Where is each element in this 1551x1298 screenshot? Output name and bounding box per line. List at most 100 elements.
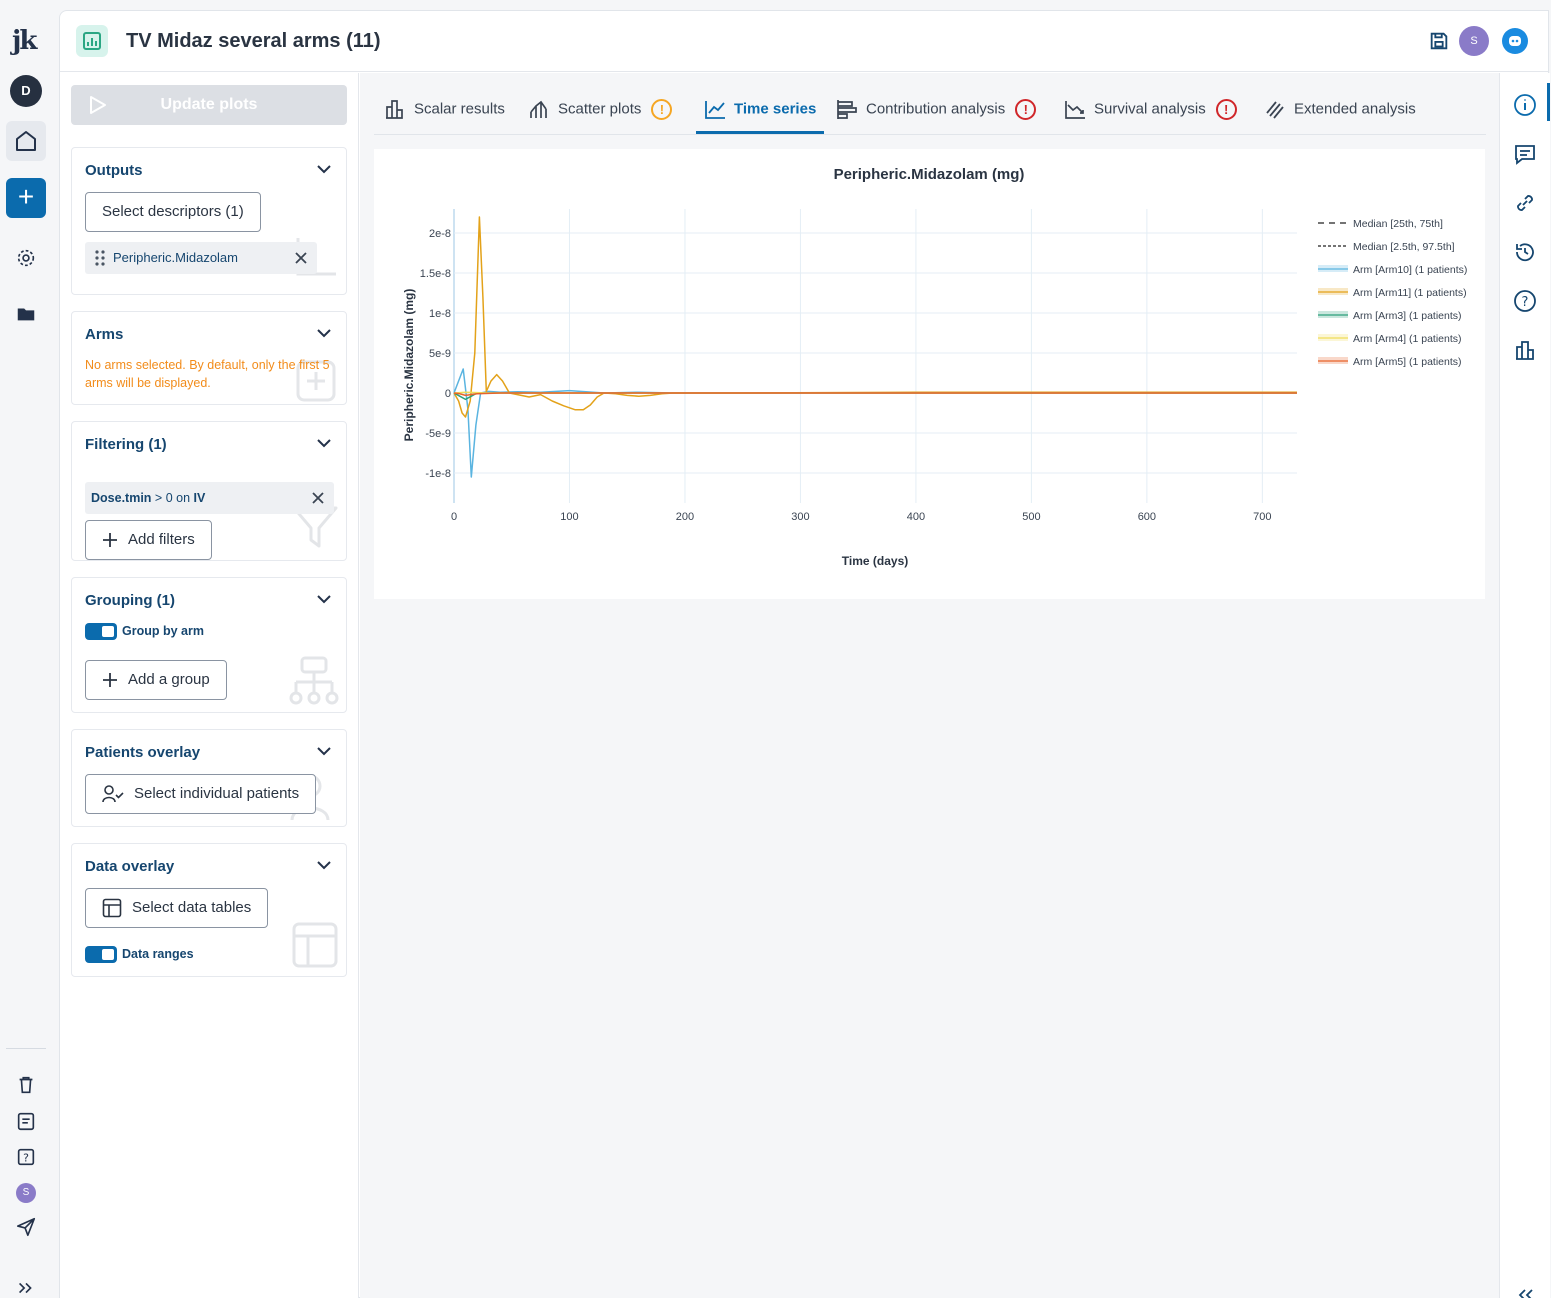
trash-icon[interactable] <box>15 1074 37 1096</box>
tab-survival-analysis[interactable]: Survival analysis! <box>1064 98 1237 134</box>
remove-descriptor-icon[interactable] <box>294 251 308 265</box>
drag-handle-icon[interactable] <box>95 250 105 266</box>
app-logo[interactable]: jk <box>12 26 37 56</box>
filtering-title: Filtering (1) <box>85 436 167 453</box>
add-filters-label: Add filters <box>128 531 195 548</box>
arms-warning: No arms selected. By default, only the f… <box>85 358 330 390</box>
add-filters-button[interactable]: Add filters <box>85 520 212 560</box>
y-tick-label: -1e-8 <box>425 468 451 480</box>
tab-time-series[interactable]: Time series <box>696 98 825 134</box>
chart-series <box>453 216 1297 478</box>
update-plots-button[interactable]: Update plots <box>71 85 347 125</box>
user-avatar[interactable]: S <box>16 1183 36 1203</box>
y-tick-label: 1e-8 <box>429 308 451 320</box>
new-item-button[interactable]: + <box>6 178 46 218</box>
chart-legend[interactable]: Median [25th, 75th] Median [2.5th, 97.5th… <box>1318 218 1467 368</box>
help-icon[interactable]: ? <box>15 1146 37 1168</box>
x-tick-label: 700 <box>1253 511 1271 523</box>
gear-icon[interactable] <box>15 247 37 269</box>
notes-icon[interactable] <box>15 1110 37 1132</box>
arms-title: Arms <box>85 326 124 343</box>
chevron-down-icon[interactable] <box>316 438 332 448</box>
global-nav-rail: jk D + ? S <box>0 0 54 1298</box>
home-icon <box>16 131 36 151</box>
error-badge: ! <box>1015 98 1037 120</box>
history-icon[interactable] <box>1513 240 1537 264</box>
send-icon[interactable] <box>15 1216 37 1238</box>
select-patients-label: Select individual patients <box>134 785 300 802</box>
filter-operator: > 0 on <box>154 491 191 505</box>
x-tick-label: 200 <box>676 511 694 523</box>
chart-axes: 0 100 200 300 400 500 600 700 2e-8 1.5e-8 1e-8 5e-9… <box>420 228 1272 523</box>
x-tick-label: 0 <box>451 511 457 523</box>
table-icon <box>102 898 122 918</box>
play-icon <box>90 96 106 114</box>
chevron-down-icon[interactable] <box>316 328 332 338</box>
info-icon[interactable] <box>1513 93 1537 117</box>
active-indicator <box>1547 83 1550 121</box>
x-tick-label: 400 <box>907 511 925 523</box>
tab-contribution-analysis[interactable]: Contribution analysis! <box>836 98 1037 134</box>
expand-rail-icon[interactable] <box>15 1277 37 1298</box>
select-patients-button[interactable]: Select individual patients <box>85 774 317 814</box>
workspace-avatar[interactable]: D <box>10 75 42 107</box>
grouping-watermark-icon <box>289 656 339 705</box>
tab-extended-analysis[interactable]: Extended analysis <box>1264 98 1416 134</box>
home-button[interactable] <box>6 121 46 161</box>
y-axis-label: Peripheric.Midazolam (mg) <box>402 289 416 442</box>
y-tick-label: 1.5e-8 <box>420 268 451 280</box>
chevron-down-icon[interactable] <box>316 594 332 604</box>
arms-section: Arms No arms selected. By default, only … <box>71 311 347 405</box>
filter-field: Dose.tmin <box>91 491 152 505</box>
survival-icon <box>1065 101 1085 119</box>
assistant-button[interactable] <box>1502 28 1528 54</box>
chevron-down-icon[interactable] <box>316 164 332 174</box>
remove-filter-icon[interactable] <box>311 491 325 505</box>
outputs-title: Outputs <box>85 162 143 179</box>
select-data-tables-button[interactable]: Select data tables <box>85 888 269 928</box>
y-tick-label: 0 <box>445 388 451 400</box>
chevron-down-icon[interactable] <box>316 746 332 756</box>
help-circle-icon[interactable]: ? <box>1513 289 1537 313</box>
chevron-down-icon[interactable] <box>316 860 332 870</box>
save-icon[interactable] <box>1428 30 1450 52</box>
grouping-section: Grouping (1) Group by arm Add a group <box>71 577 347 713</box>
line-chart-icon <box>705 101 725 119</box>
stats-icon[interactable] <box>1513 338 1537 362</box>
legend-label: Arm [Arm11] (1 patients) <box>1353 287 1467 299</box>
collapse-panel-icon[interactable] <box>1513 1283 1537 1298</box>
data-ranges-toggle[interactable] <box>85 946 117 963</box>
tab-label: Scatter plots <box>558 100 642 118</box>
series-line <box>453 392 1297 397</box>
time-series-chart-card: Peripheric.Midazolam (mg) 0 100 200 300 400 5… <box>374 149 1485 599</box>
data-overlay-section: Data overlay Select data tables Data ran… <box>71 843 347 977</box>
tab-label: Survival analysis <box>1094 100 1206 118</box>
comment-icon[interactable] <box>1513 142 1537 166</box>
error-badge: ! <box>1215 98 1237 120</box>
legend-label: Arm [Arm4] (1 patients) <box>1353 333 1462 345</box>
legend-label: Arm [Arm10] (1 patients) <box>1353 264 1467 276</box>
project-icon <box>76 25 108 57</box>
grouping-title: Grouping (1) <box>85 592 175 609</box>
chart-title: Peripheric.Midazolam (mg) <box>834 166 1025 183</box>
add-group-button[interactable]: Add a group <box>85 660 227 700</box>
link-icon[interactable] <box>1513 191 1537 215</box>
select-descriptors-button[interactable]: Select descriptors (1) <box>85 192 261 232</box>
user-avatar[interactable]: S <box>1459 26 1489 56</box>
tab-scalar-results[interactable]: Scalar results <box>384 98 505 134</box>
svg-text:?: ? <box>23 1152 29 1165</box>
legend-label: Median [2.5th, 97.5th] <box>1353 241 1455 253</box>
tab-scatter-plots[interactable]: Scatter plots! <box>528 98 673 134</box>
plus-icon: + <box>17 181 35 212</box>
group-by-arm-toggle[interactable] <box>85 623 117 640</box>
descriptor-chip: Peripheric.Midazolam <box>85 242 317 274</box>
x-tick-label: 300 <box>791 511 809 523</box>
x-tick-label: 100 <box>560 511 578 523</box>
time-series-chart[interactable]: Peripheric.Midazolam (mg) 0 100 200 300 400 5… <box>374 149 1485 599</box>
plus-icon <box>103 533 117 548</box>
data-overlay-title: Data overlay <box>85 858 175 875</box>
folder-icon[interactable] <box>15 303 37 325</box>
result-tabs: Scalar results Scatter plots! Time serie… <box>374 73 1486 135</box>
tab-label: Time series <box>734 100 817 118</box>
series-line <box>453 368 1297 478</box>
